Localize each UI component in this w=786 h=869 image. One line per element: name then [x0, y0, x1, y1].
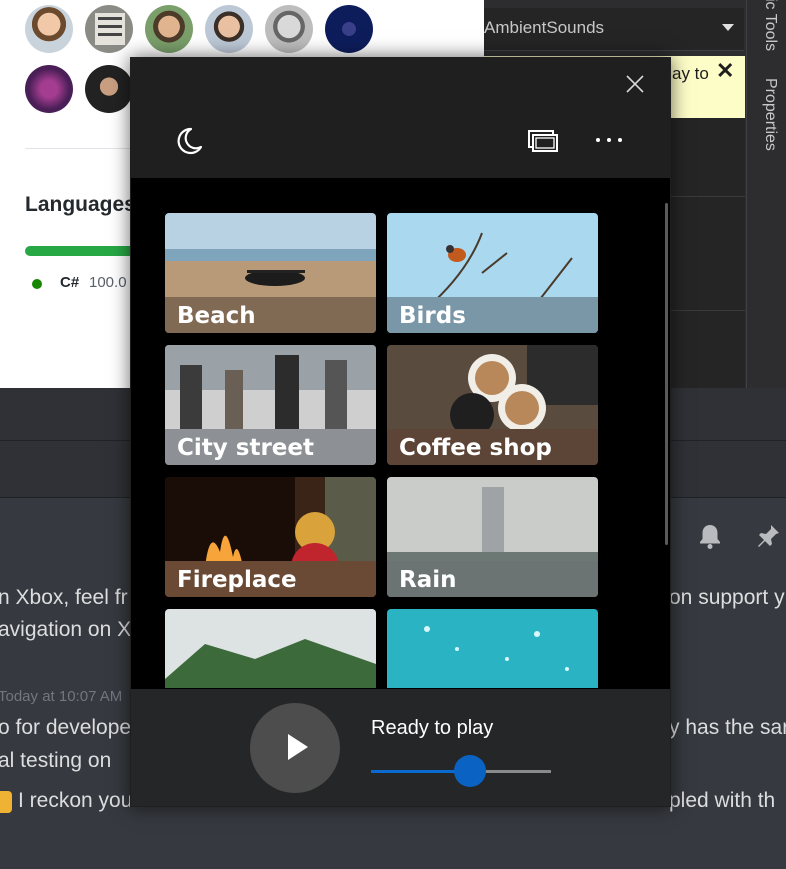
play-button[interactable] [250, 703, 340, 793]
sound-name: City street [177, 435, 314, 461]
avatar-sign-image [95, 13, 125, 45]
forest-image [165, 609, 376, 688]
sound-tile-beach[interactable]: Beach [165, 213, 376, 333]
sound-tile-fireplace[interactable]: Fireplace [165, 477, 376, 597]
contributor-avatar[interactable] [85, 65, 133, 113]
ambie-window: Beach Birds City street Coffee shop Fire… [130, 57, 671, 807]
contributor-avatar[interactable] [25, 65, 73, 113]
tab-diagnostic-tools[interactable]: ic Tools [761, 0, 779, 51]
tab-properties[interactable]: Properties [761, 78, 779, 151]
player-status: Ready to play [371, 717, 494, 739]
message-text: I reckon you [18, 789, 133, 812]
message-text: on support y [669, 586, 785, 609]
chevron-down-icon [722, 24, 734, 31]
sound-tile-city-street[interactable]: City street [165, 345, 376, 465]
project-dropdown-label: AmbientSounds [484, 18, 605, 37]
contributor-avatar[interactable] [85, 5, 133, 53]
moon-icon[interactable] [171, 123, 207, 159]
message-timestamp: Today at 10:07 AM [0, 688, 123, 705]
contributor-avatar[interactable] [145, 5, 193, 53]
contributor-avatar[interactable] [25, 5, 73, 53]
project-dropdown[interactable]: AmbientSounds [484, 8, 744, 51]
language-color-dot [32, 279, 42, 289]
sound-tile-rain[interactable]: Rain [387, 477, 598, 597]
player-bar: Ready to play [131, 689, 670, 806]
pin-icon[interactable] [754, 522, 782, 550]
language-name[interactable]: C# [60, 274, 79, 291]
play-icon [288, 734, 308, 760]
language-percent: 100.0 [89, 274, 127, 291]
sound-grid: Beach Birds City street Coffee shop Fire… [165, 213, 599, 688]
sound-tile-forest[interactable] [165, 609, 376, 688]
sound-name: Beach [177, 303, 256, 329]
bell-icon[interactable] [696, 522, 724, 550]
volume-slider[interactable] [371, 755, 551, 787]
compact-overlay-icon[interactable] [527, 126, 559, 156]
contributor-avatar[interactable] [205, 5, 253, 53]
sound-name: Birds [399, 303, 466, 329]
message-text: n Xbox, feel fr [0, 586, 128, 609]
sound-name: Coffee shop [399, 435, 552, 461]
message-text: pled with th [669, 789, 776, 812]
volume-slider-thumb[interactable] [454, 755, 486, 787]
thumbs-up-emoji-icon [0, 791, 12, 813]
info-bar-text: ay to [672, 64, 709, 83]
title-bar [131, 58, 670, 178]
close-icon[interactable] [621, 70, 649, 98]
more-options-icon[interactable] [591, 125, 627, 155]
message-text: avigation on X [0, 618, 132, 641]
sound-tile-birds[interactable]: Birds [387, 213, 598, 333]
message-text: o for develope [0, 716, 132, 739]
message-text: y has the sar [669, 716, 786, 739]
message-text: al testing on [0, 749, 112, 772]
language-bar [25, 246, 145, 256]
contributor-avatar[interactable] [325, 5, 373, 53]
scrollbar[interactable] [665, 203, 668, 545]
side-tab-strip: ic Tools Properties [746, 0, 786, 388]
sound-name: Fireplace [177, 567, 297, 593]
close-icon[interactable]: ✕ [716, 58, 734, 84]
sound-name: Rain [399, 567, 457, 593]
underwater-image [387, 609, 598, 688]
languages-heading: Languages [25, 193, 136, 216]
contributor-avatar[interactable] [265, 5, 313, 53]
sound-tile-underwater[interactable] [387, 609, 598, 688]
sound-tile-coffee-shop[interactable]: Coffee shop [387, 345, 598, 465]
